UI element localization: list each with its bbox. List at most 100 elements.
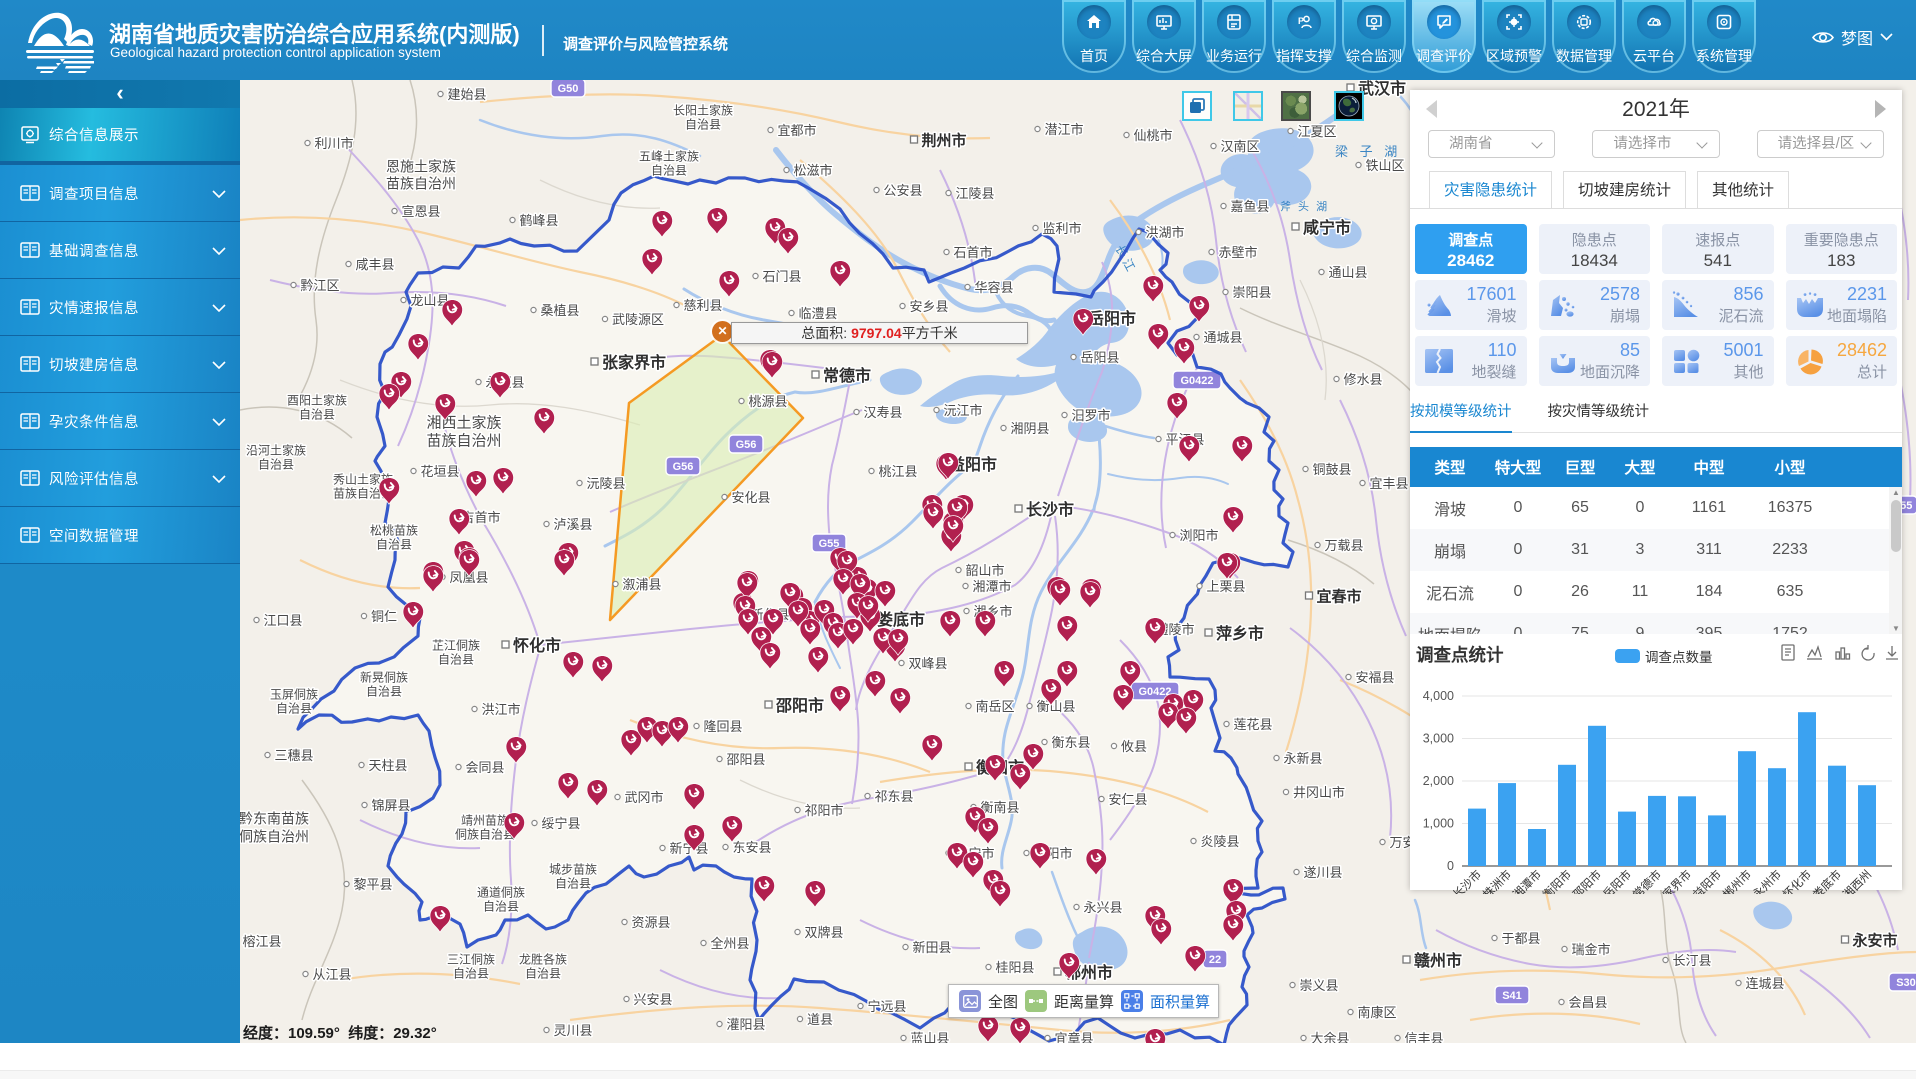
svg-text:临澧县: 临澧县 bbox=[798, 306, 837, 321]
svg-text:宣恩县: 宣恩县 bbox=[401, 204, 440, 219]
svg-text:岳阳市: 岳阳市 bbox=[1600, 867, 1634, 894]
svg-text:自治县: 自治县 bbox=[685, 118, 721, 132]
svg-text:长阳土家族: 长阳土家族 bbox=[673, 103, 733, 118]
svg-text:新晃侗族: 新晃侗族 bbox=[360, 670, 408, 685]
svg-text:榕江县: 榕江县 bbox=[242, 934, 281, 949]
svg-text:酉阳土家族: 酉阳土家族 bbox=[287, 393, 347, 408]
svg-text:鹤峰县: 鹤峰县 bbox=[519, 213, 558, 228]
svg-text:灵川县: 灵川县 bbox=[553, 1023, 592, 1038]
svg-text:岳阳县: 岳阳县 bbox=[1080, 350, 1119, 365]
svg-text:宜章县: 宜章县 bbox=[1054, 1031, 1093, 1043]
svg-text:建始县: 建始县 bbox=[447, 87, 486, 102]
svg-text:通城县: 通城县 bbox=[1203, 330, 1242, 345]
svg-text:汉寿县: 汉寿县 bbox=[863, 405, 902, 420]
svg-text:会同县: 会同县 bbox=[465, 760, 504, 775]
svg-text:铁山区: 铁山区 bbox=[1365, 158, 1404, 173]
svg-text:江口县: 江口县 bbox=[263, 613, 302, 628]
svg-text:道县: 道县 bbox=[807, 1012, 833, 1027]
svg-text:井冈山市: 井冈山市 bbox=[1293, 785, 1345, 800]
svg-text:江夏区: 江夏区 bbox=[1297, 124, 1336, 139]
svg-text:从江县: 从江县 bbox=[312, 967, 351, 982]
svg-text:南康区: 南康区 bbox=[1357, 1005, 1396, 1020]
svg-text:监利市: 监利市 bbox=[1042, 221, 1081, 236]
svg-text:自治县: 自治县 bbox=[438, 653, 474, 667]
svg-text:三穗县: 三穗县 bbox=[274, 748, 313, 763]
svg-text:连城县: 连城县 bbox=[1745, 976, 1784, 991]
svg-text:信丰县: 信丰县 bbox=[1404, 1031, 1443, 1043]
svg-text:武陵源区: 武陵源区 bbox=[612, 312, 664, 327]
svg-text:泸溪县: 泸溪县 bbox=[553, 517, 592, 532]
svg-text:桑植县: 桑植县 bbox=[540, 303, 579, 318]
svg-text:湘阴县: 湘阴县 bbox=[1010, 421, 1049, 436]
svg-text:沅江市: 沅江市 bbox=[943, 403, 982, 418]
svg-text:安化县: 安化县 bbox=[731, 490, 770, 505]
svg-text:南岳区: 南岳区 bbox=[975, 699, 1014, 714]
svg-text:常德市: 常德市 bbox=[1630, 867, 1664, 894]
svg-text:自治县: 自治县 bbox=[276, 702, 312, 716]
svg-text:梁 子 湖: 梁 子 湖 bbox=[1335, 144, 1401, 159]
svg-text:怀化市: 怀化市 bbox=[513, 636, 561, 655]
svg-text:湘西州: 湘西州 bbox=[1840, 867, 1874, 894]
svg-text:益阳市: 益阳市 bbox=[1690, 867, 1724, 894]
svg-text:衡东县: 衡东县 bbox=[1051, 735, 1090, 750]
svg-text:灌阳县: 灌阳县 bbox=[726, 1017, 765, 1032]
svg-text:苗族自治州: 苗族自治州 bbox=[386, 175, 456, 191]
svg-text:浏阳市: 浏阳市 bbox=[1179, 528, 1218, 543]
svg-text:自治县: 自治县 bbox=[453, 967, 489, 981]
svg-text:湘潭市: 湘潭市 bbox=[1510, 867, 1544, 894]
svg-text:炎陵县: 炎陵县 bbox=[1200, 834, 1239, 849]
svg-text:宜丰县: 宜丰县 bbox=[1369, 476, 1408, 491]
svg-text:永兴县: 永兴县 bbox=[1083, 900, 1122, 915]
svg-text:自治县: 自治县 bbox=[651, 164, 687, 178]
svg-text:沿河土家族: 沿河土家族 bbox=[246, 443, 306, 458]
svg-text:上栗县: 上栗县 bbox=[1206, 579, 1245, 594]
svg-text:蓝山县: 蓝山县 bbox=[910, 1031, 949, 1043]
svg-text:大余县: 大余县 bbox=[1310, 1031, 1349, 1043]
svg-text:1,000: 1,000 bbox=[1423, 817, 1454, 831]
svg-text:五峰土家族: 五峰土家族 bbox=[639, 149, 699, 164]
svg-text:仙桃市: 仙桃市 bbox=[1133, 128, 1172, 143]
svg-text:4,000: 4,000 bbox=[1423, 689, 1454, 703]
svg-text:桃江县: 桃江县 bbox=[878, 464, 917, 479]
svg-text:松滋市: 松滋市 bbox=[793, 163, 832, 178]
svg-text:斧 头 湖: 斧 头 湖 bbox=[1280, 200, 1329, 213]
svg-text:花垣县: 花垣县 bbox=[420, 464, 459, 479]
svg-text:张家界市: 张家界市 bbox=[602, 353, 666, 372]
svg-text:华容县: 华容县 bbox=[974, 280, 1013, 295]
svg-text:自治县: 自治县 bbox=[376, 538, 412, 552]
svg-text:修水县: 修水县 bbox=[1343, 372, 1382, 387]
svg-text:荆州市: 荆州市 bbox=[921, 132, 966, 150]
svg-text:咸丰县: 咸丰县 bbox=[355, 257, 394, 272]
svg-text:宜春市: 宜春市 bbox=[1316, 588, 1361, 606]
svg-text:莲花县: 莲花县 bbox=[1233, 717, 1272, 732]
svg-text:S41: S41 bbox=[1502, 990, 1522, 1002]
svg-text:宜都市: 宜都市 bbox=[777, 123, 816, 138]
svg-text:长汀县: 长汀县 bbox=[1672, 953, 1711, 968]
svg-text:万载县: 万载县 bbox=[1324, 538, 1363, 553]
svg-text:怀化市: 怀化市 bbox=[1780, 867, 1814, 894]
svg-text:溆浦县: 溆浦县 bbox=[622, 577, 661, 592]
svg-text:攸县: 攸县 bbox=[1121, 739, 1147, 754]
svg-text:靖州苗族: 靖州苗族 bbox=[461, 814, 509, 828]
svg-text:双峰县: 双峰县 bbox=[908, 656, 947, 671]
svg-text:赣州市: 赣州市 bbox=[1414, 951, 1462, 970]
svg-text:自治县: 自治县 bbox=[483, 900, 519, 914]
svg-text:桃源县: 桃源县 bbox=[748, 394, 787, 409]
svg-text:自治县: 自治县 bbox=[258, 458, 294, 472]
svg-text:自治县: 自治县 bbox=[366, 685, 402, 699]
svg-text:安乡县: 安乡县 bbox=[909, 299, 948, 314]
svg-text:郴州市: 郴州市 bbox=[1720, 867, 1754, 894]
svg-text:萍乡市: 萍乡市 bbox=[1216, 624, 1264, 643]
svg-text:宁远县: 宁远县 bbox=[867, 999, 906, 1014]
svg-text:邵阳县: 邵阳县 bbox=[726, 752, 765, 767]
svg-text:武汉市: 武汉市 bbox=[1358, 80, 1406, 98]
svg-text:娄底市: 娄底市 bbox=[1810, 867, 1844, 894]
svg-text:双牌县: 双牌县 bbox=[804, 925, 843, 940]
svg-text:于都县: 于都县 bbox=[1501, 931, 1540, 946]
svg-text:赤壁市: 赤壁市 bbox=[1218, 245, 1257, 260]
svg-text:自治县: 自治县 bbox=[299, 408, 335, 422]
svg-text:三江侗族: 三江侗族 bbox=[447, 953, 495, 967]
svg-text:P: P bbox=[1298, 16, 1304, 26]
svg-text:苗族自治州: 苗族自治州 bbox=[426, 433, 501, 450]
svg-text:瑞金市: 瑞金市 bbox=[1571, 942, 1610, 957]
